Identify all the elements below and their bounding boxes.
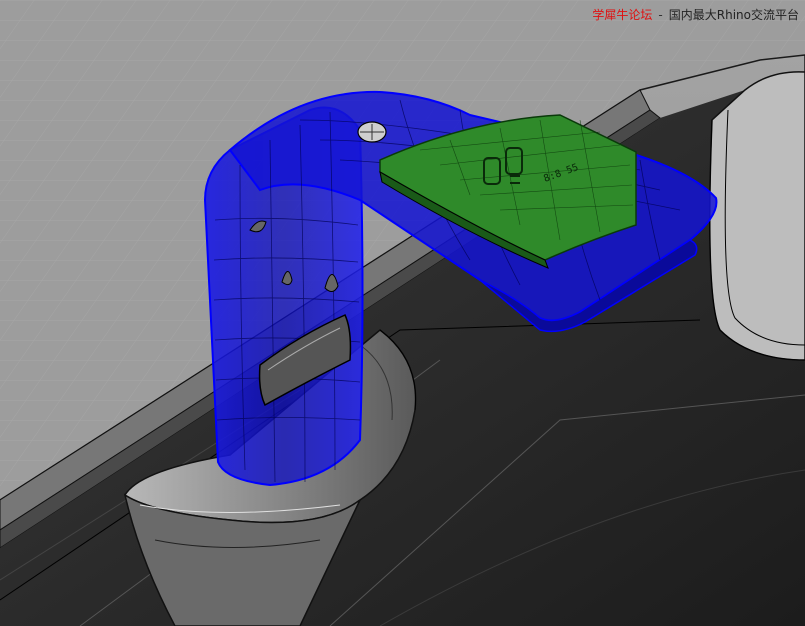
watermark-site: 学犀牛论坛 [592,8,653,22]
render-scene: 8:8 55 [0,0,805,626]
forum-watermark: 学犀牛论坛 - 国内最大Rhino交流平台 [592,6,799,23]
watermark-tagline: 国内最大Rhino交流平台 [668,8,799,22]
rhino-viewport[interactable]: 8:8 55 学犀牛论坛 - 国内最大Rhino交流平台 [0,0,805,626]
watermark-separator: - [658,8,663,22]
